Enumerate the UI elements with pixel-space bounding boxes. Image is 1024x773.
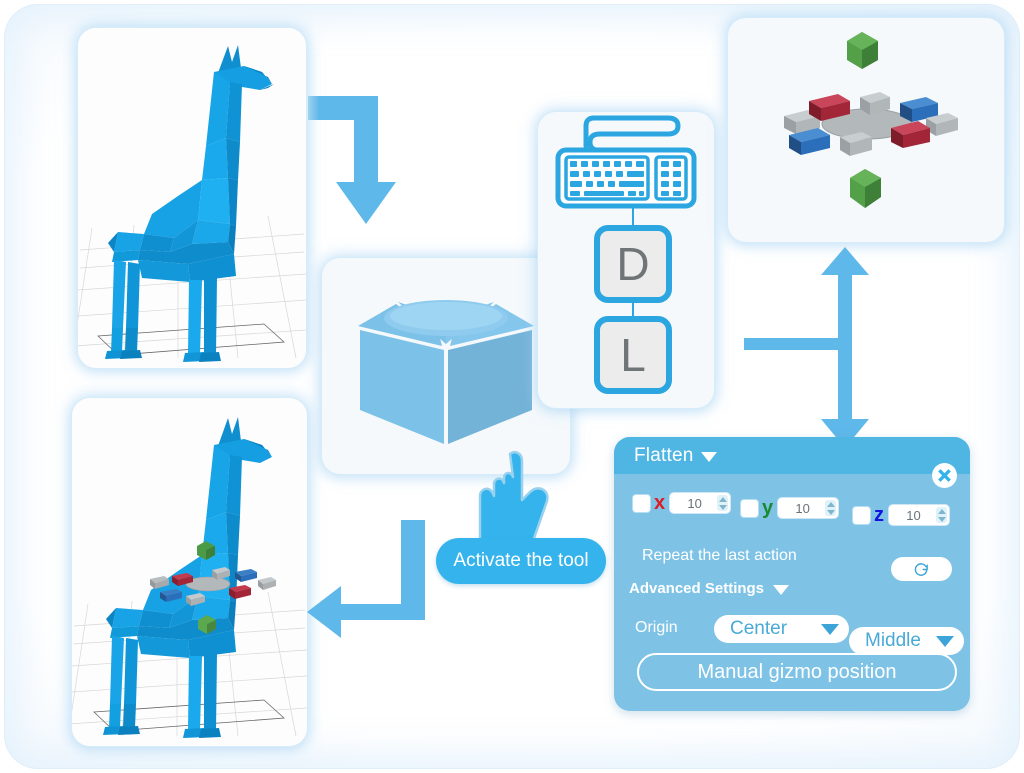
axis-z-checkbox[interactable]	[852, 505, 871, 525]
axis-x-spinner[interactable]: 10	[669, 492, 732, 514]
flatten-panel-titlebar[interactable]: Flatten	[614, 437, 970, 474]
origin-horizontal-dropdown[interactable]: Center	[714, 615, 849, 643]
axis-y-label: y	[762, 497, 774, 519]
axis-group-x: x 10	[632, 492, 732, 514]
chevron-down-icon[interactable]	[936, 635, 954, 647]
gizmo-handle-y-top	[847, 32, 878, 69]
axis-y-spinner-arrows[interactable]	[825, 500, 837, 516]
arrow-tool-to-result	[307, 520, 425, 638]
giraffe-model-before	[78, 45, 306, 362]
viewport-before[interactable]	[78, 28, 306, 368]
flatten-tool-icon	[358, 300, 534, 444]
origin-horizontal-value: Center	[730, 618, 788, 639]
axis-controls: x 10 y 10 z 10	[628, 492, 964, 532]
axis-y-spinner[interactable]: 10	[777, 497, 840, 519]
spinner-up-icon[interactable]	[718, 496, 727, 502]
axis-z-spinner-arrows[interactable]	[936, 507, 947, 523]
origin-vertical-value: Middle	[865, 630, 921, 651]
spinner-down-icon[interactable]	[826, 509, 835, 515]
close-icon[interactable]	[932, 463, 957, 488]
chevron-down-icon[interactable]	[821, 623, 839, 635]
arrow-model-to-tool	[308, 96, 396, 224]
arrow-panel-to-gizmo	[744, 247, 869, 448]
flatten-panel[interactable]: Flatten x 10 y 10 z 10 Repeat the last a…	[614, 437, 970, 711]
axis-group-y: y 10	[740, 497, 840, 519]
advanced-settings-label: Advanced Settings	[629, 580, 765, 597]
keyboard-icon	[555, 115, 697, 209]
chevron-down-icon[interactable]	[773, 584, 790, 595]
giraffe-model-after	[72, 417, 307, 738]
flatten-gizmo-preview	[784, 32, 958, 208]
manual-gizmo-position-button[interactable]: Manual gizmo position	[637, 653, 957, 691]
axis-z-spinner[interactable]: 10	[888, 504, 950, 526]
repeat-last-action-label: Repeat the last action	[642, 547, 797, 564]
chevron-down-icon[interactable]	[700, 452, 717, 462]
flatten-tool-icon-card[interactable]	[322, 258, 570, 474]
key-l[interactable]: L	[594, 316, 672, 394]
viewport-after-scene	[72, 398, 307, 746]
spinner-down-icon[interactable]	[718, 504, 727, 510]
activate-the-tool-button[interactable]: Activate the tool	[436, 538, 606, 584]
spinner-up-icon[interactable]	[826, 501, 835, 507]
flatten-panel-title: Flatten	[634, 444, 694, 466]
key-connector-keyboard-d	[632, 207, 634, 226]
viewport-after[interactable]	[72, 398, 307, 746]
viewport-before-scene	[78, 28, 306, 368]
origin-vertical-dropdown[interactable]: Middle	[849, 627, 964, 655]
gizmo-handle-y-bottom	[850, 169, 881, 208]
repeat-last-action-button[interactable]	[891, 557, 952, 581]
axis-y-checkbox[interactable]	[740, 498, 759, 518]
spinner-up-icon[interactable]	[937, 508, 946, 514]
axis-x-spinner-arrows[interactable]	[717, 495, 729, 511]
axis-x-label: x	[654, 492, 666, 514]
advanced-settings-toggle[interactable]: Advanced Settings	[629, 580, 790, 597]
axis-x-checkbox[interactable]	[632, 493, 651, 513]
giraffe-body	[105, 45, 274, 362]
gizmo-handle-x-right-far	[258, 577, 276, 590]
close-glyph	[938, 469, 951, 482]
key-connector-d-l	[632, 303, 634, 317]
axis-z-label: z	[874, 504, 884, 526]
key-d[interactable]: D	[594, 225, 672, 303]
origin-label: Origin	[635, 619, 678, 636]
axis-group-z: z 10	[852, 504, 950, 526]
diagram-canvas: D L Activate the tool Flatten x 10 y 10 …	[0, 0, 1024, 773]
spinner-down-icon[interactable]	[937, 516, 946, 522]
gizmo-preview-card[interactable]	[728, 18, 1004, 242]
refresh-icon	[914, 562, 928, 576]
gizmo-handle-x-right-near	[235, 569, 257, 582]
